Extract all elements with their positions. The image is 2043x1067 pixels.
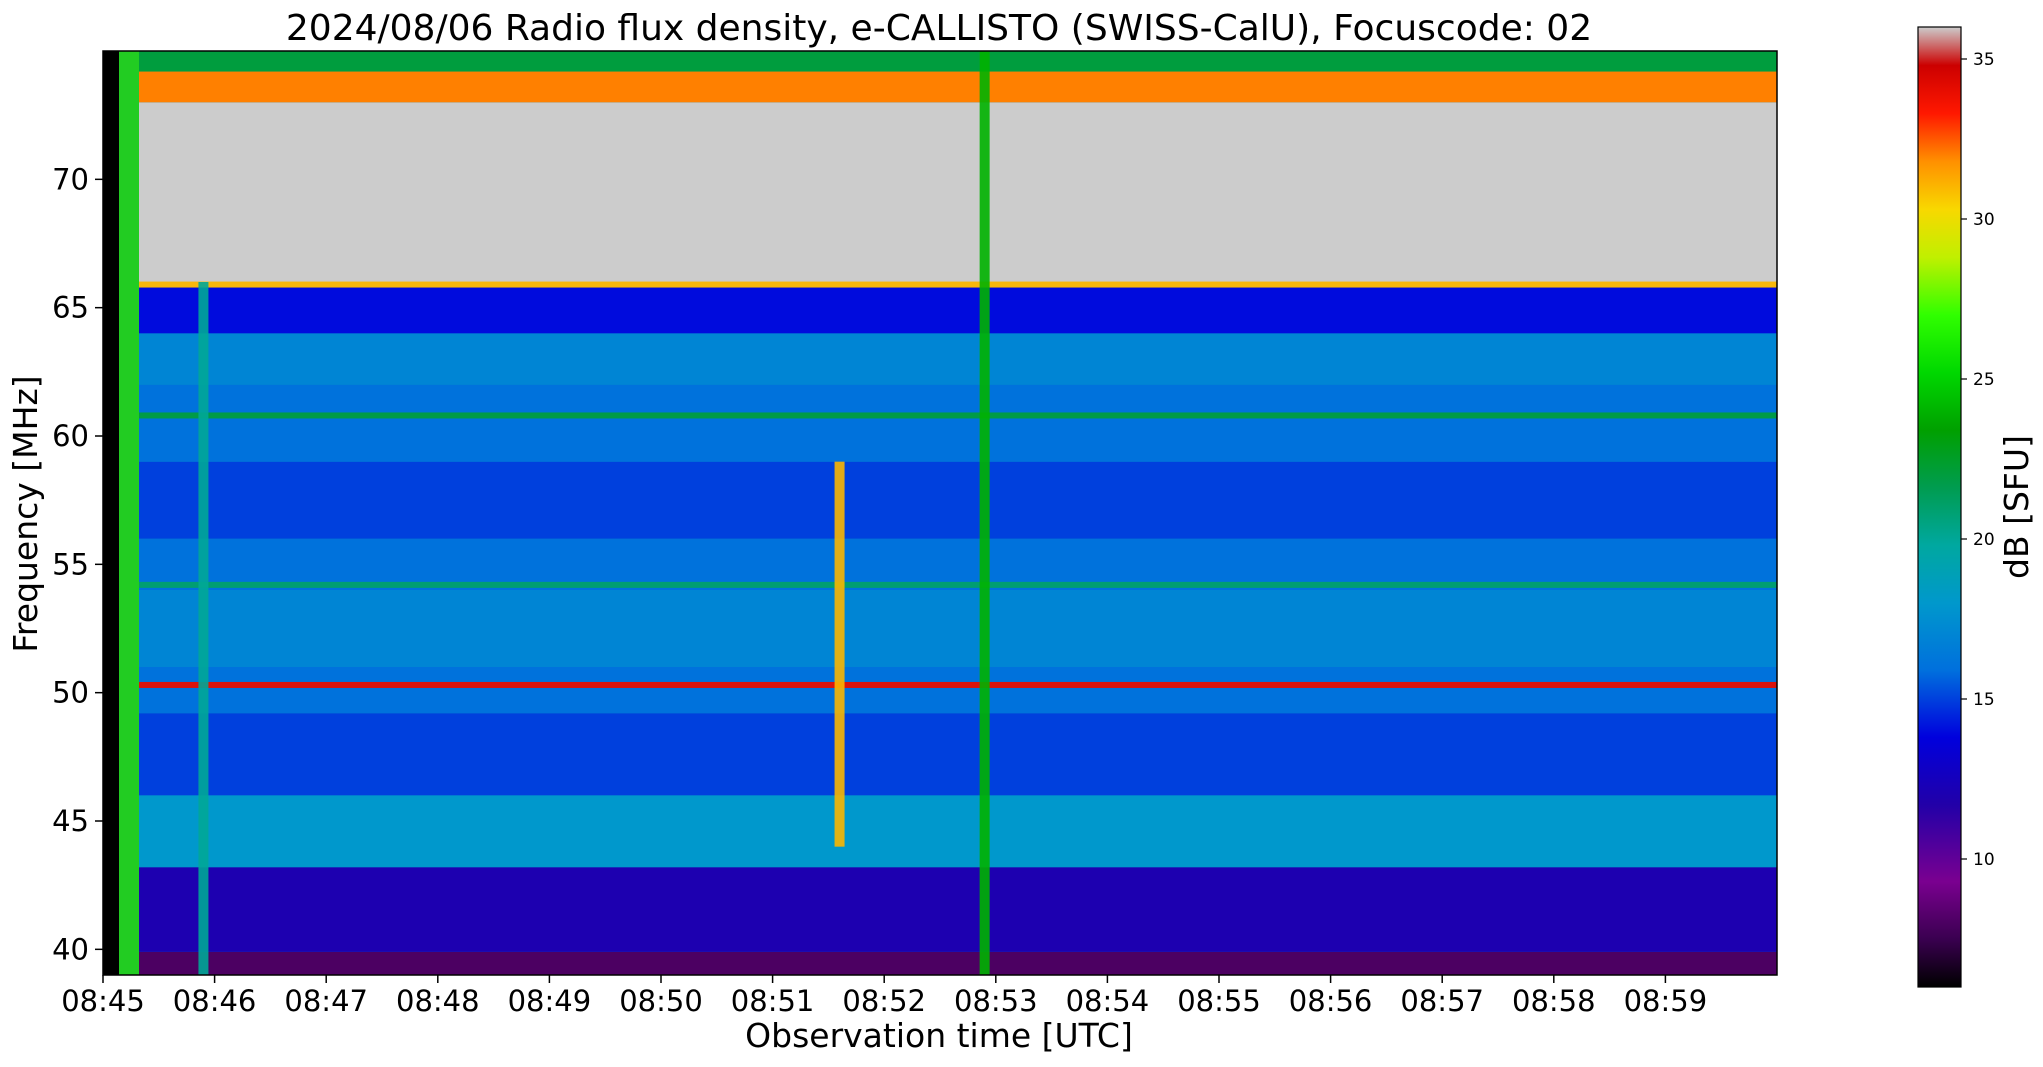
colorbar-tick-label: 10: [1973, 850, 1995, 870]
chart-title: 2024/08/06 Radio flux density, e-CALLIST…: [286, 8, 1592, 49]
y-tick-label: 40: [52, 932, 89, 966]
colorbar: 10 15 20 25 30 35 dB [SFU]: [1917, 26, 2036, 988]
x-axis: 08:45 08:46 08:47 08:48 08:49 08:50 08:51 08:52…: [61, 975, 1707, 1018]
spectrogram-figure: 2024/08/06 Radio flux density, e-CALLIST…: [6, 8, 2036, 1055]
frequency-band: [103, 102, 1777, 288]
y-axis: 40 45 50 55 60 65 70: [52, 162, 103, 966]
x-tick-label: 08:45: [61, 984, 145, 1018]
frequency-band: [103, 713, 1777, 796]
colorbar-tick-label: 25: [1973, 370, 1995, 390]
frequency-band: [103, 461, 1777, 539]
x-tick-label: 08:58: [1512, 984, 1596, 1018]
y-tick-label: 60: [52, 419, 89, 453]
frequency-band: [103, 384, 1777, 462]
x-tick-label: 08:57: [1400, 984, 1484, 1018]
frequency-band: [103, 667, 1777, 714]
x-tick-label: 08:59: [1624, 984, 1708, 1018]
frequency-band: [103, 867, 1777, 952]
x-axis-label: Observation time [UTC]: [745, 1016, 1133, 1055]
no-data-strip: [103, 51, 119, 975]
colorbar-ticks: 10 15 20 25 30 35: [1961, 50, 1995, 870]
y-axis-label: Frequency [MHz]: [6, 375, 45, 652]
emission-line: [103, 681, 1777, 688]
x-tick-label: 08:56: [1289, 984, 1373, 1018]
frequency-band: [103, 951, 1777, 975]
x-tick-label: 08:47: [284, 984, 368, 1018]
frequency-bands: [103, 51, 1777, 975]
radio-burst: [979, 51, 990, 975]
colorbar-gradient: [1917, 26, 1962, 988]
radio-burst: [834, 461, 845, 847]
y-tick-label: 50: [52, 676, 89, 710]
emission-line: [103, 281, 1777, 288]
colorbar-tick-label: 15: [1973, 690, 1995, 710]
radio-burst: [198, 282, 209, 975]
x-tick-label: 08:49: [508, 984, 592, 1018]
x-tick-label: 08:51: [731, 984, 815, 1018]
x-tick-label: 08:50: [619, 984, 703, 1018]
emission-line: [103, 581, 1777, 588]
y-tick-label: 65: [52, 291, 89, 325]
frequency-band: [103, 590, 1777, 667]
frequency-band: [103, 71, 1777, 103]
emission-line: [103, 412, 1777, 419]
calibration-strip: [119, 51, 139, 975]
frequency-band: [103, 287, 1777, 334]
plot-area: [103, 51, 1777, 975]
x-tick-label: 08:53: [954, 984, 1038, 1018]
colorbar-label: dB [SFU]: [1997, 435, 2036, 579]
y-tick-label: 70: [52, 162, 89, 196]
frequency-band: [103, 333, 1777, 385]
y-tick-label: 55: [52, 547, 89, 581]
colorbar-tick-label: 20: [1973, 530, 1995, 550]
frequency-band: [103, 51, 1777, 72]
x-tick-label: 08:48: [396, 984, 480, 1018]
x-tick-label: 08:52: [842, 984, 926, 1018]
frequency-band: [103, 795, 1777, 868]
colorbar-tick-label: 30: [1973, 210, 1995, 230]
colorbar-tick-label: 35: [1973, 50, 1995, 70]
x-tick-label: 08:46: [173, 984, 257, 1018]
y-tick-label: 45: [52, 804, 89, 838]
x-tick-label: 08:55: [1177, 984, 1261, 1018]
x-tick-label: 08:54: [1066, 984, 1150, 1018]
